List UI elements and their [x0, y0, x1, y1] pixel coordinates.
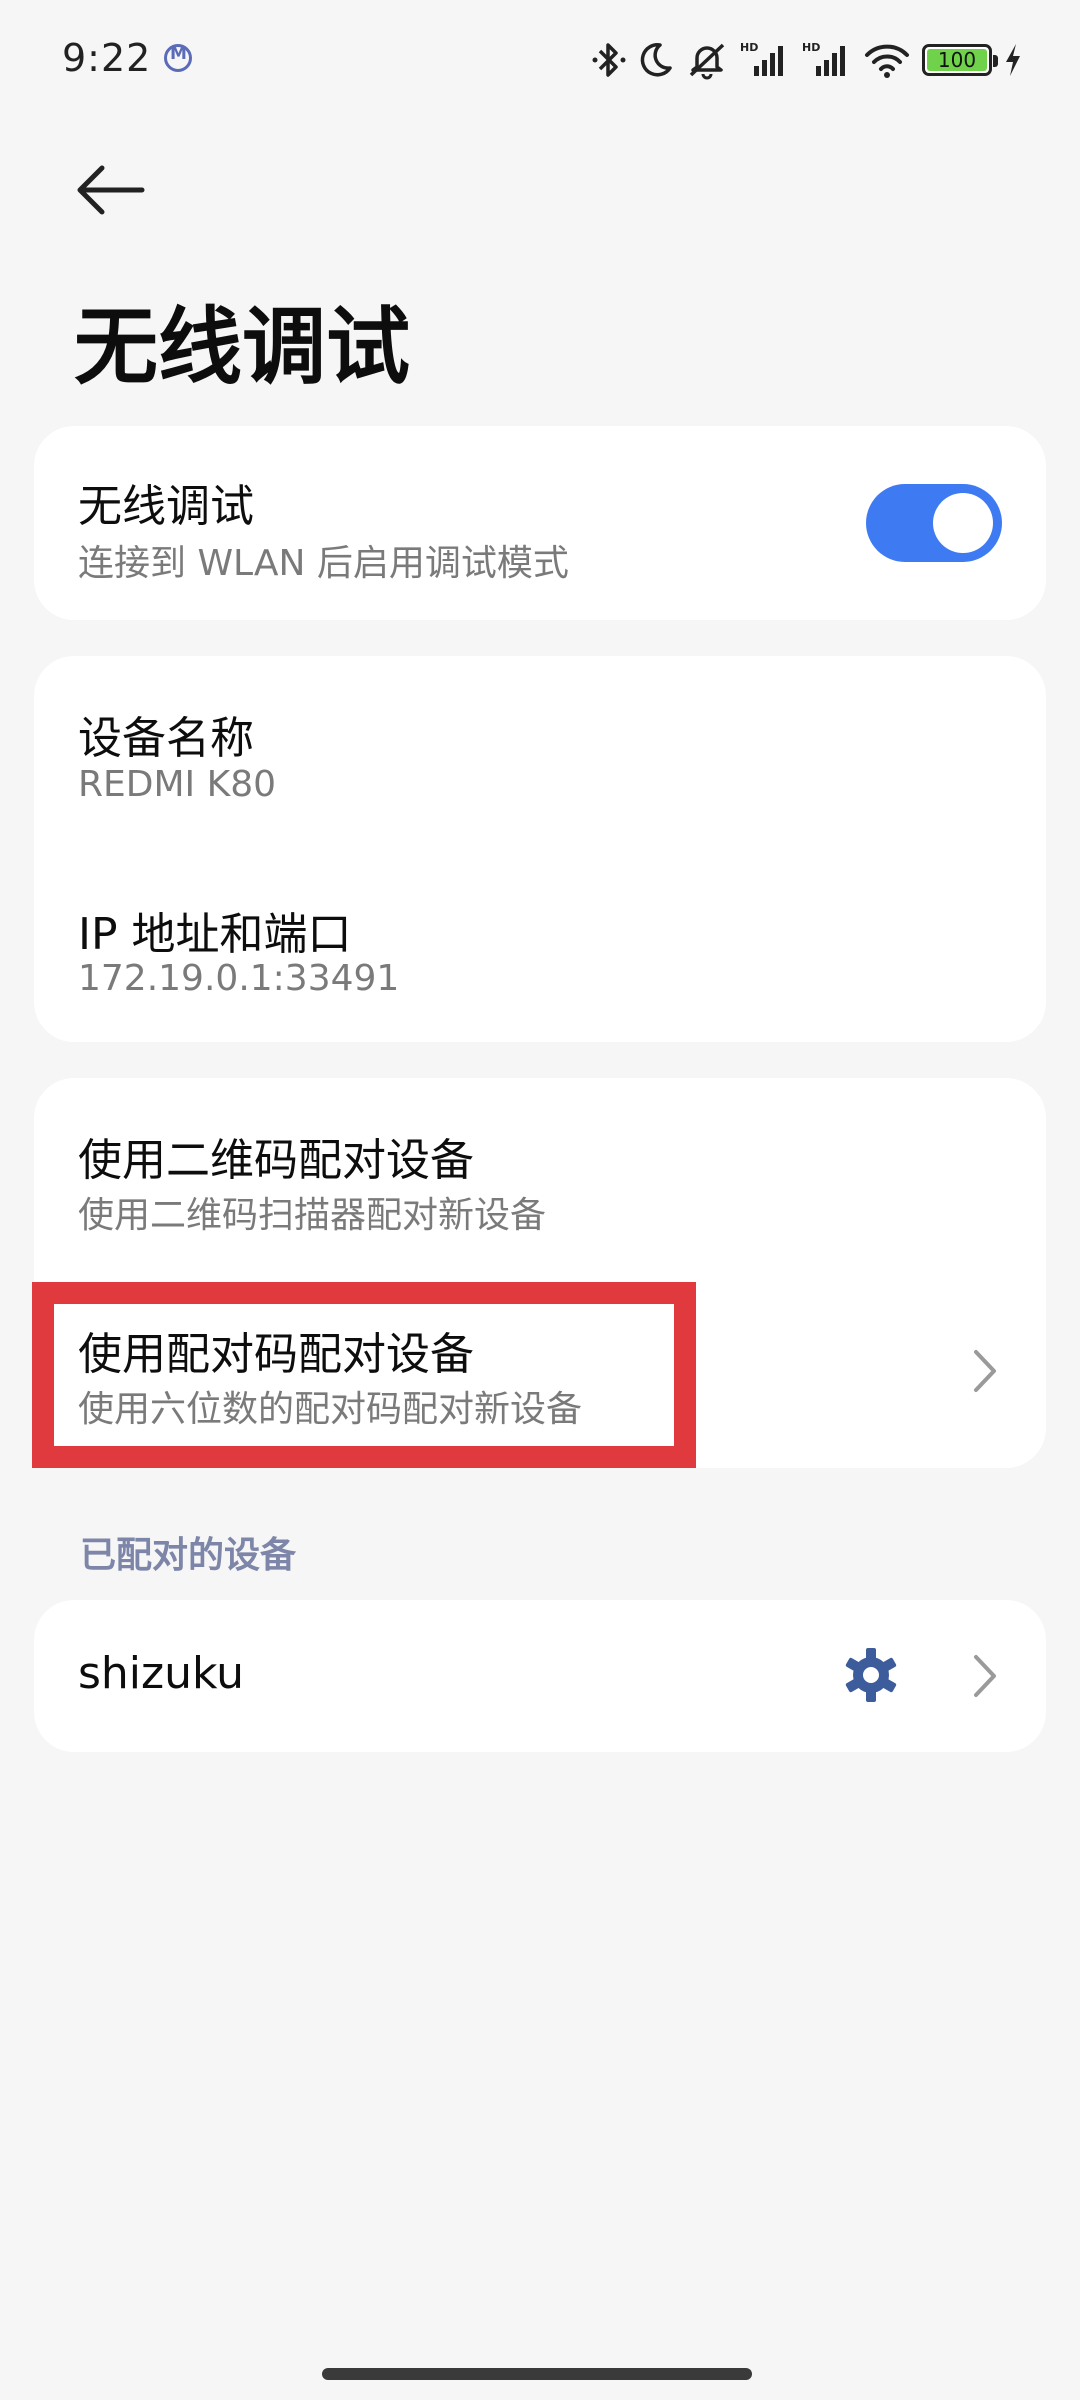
charging-icon — [1004, 40, 1022, 80]
paired-devices-header: 已配对的设备 — [80, 1535, 297, 1576]
svg-text:HD: HD — [740, 41, 758, 54]
wireless-debug-subtitle: 连接到 WLAN 后启用调试模式 — [78, 543, 569, 584]
status-bar: 9:22 HD HD 100 — [0, 0, 1080, 120]
ip-port-value: 172.19.0.1:33491 — [78, 958, 400, 999]
paired-device-row[interactable]: shizuku — [34, 1600, 1046, 1752]
toggle-knob — [933, 493, 993, 553]
device-name-row[interactable]: 设备名称 REDMI K80 — [34, 656, 1046, 852]
paired-device-card: shizuku — [34, 1600, 1046, 1752]
pair-qr-title: 使用二维码配对设备 — [78, 1135, 474, 1186]
wireless-debug-card[interactable]: 无线调试 连接到 WLAN 后启用调试模式 — [34, 426, 1046, 620]
chevron-right-icon — [968, 1346, 1002, 1396]
pair-code-subtitle: 使用六位数的配对码配对新设备 — [78, 1389, 583, 1430]
svg-text:HD: HD — [802, 41, 820, 54]
wireless-debug-title: 无线调试 — [78, 481, 254, 532]
chevron-right-icon[interactable] — [968, 1651, 1002, 1701]
gear-icon[interactable] — [836, 1640, 906, 1710]
wifi-icon — [864, 40, 910, 80]
status-time: 9:22 — [62, 36, 152, 80]
pair-code-title: 使用配对码配对设备 — [78, 1329, 474, 1380]
home-indicator[interactable] — [322, 2368, 752, 2380]
device-name-label: 设备名称 — [78, 713, 254, 764]
silent-icon — [686, 40, 728, 80]
pair-qr-subtitle: 使用二维码扫描器配对新设备 — [78, 1195, 547, 1236]
device-info-card: 设备名称 REDMI K80 IP 地址和端口 172.19.0.1:33491 — [34, 656, 1046, 1042]
pair-code-row[interactable]: 使用配对码配对设备 使用六位数的配对码配对新设备 — [34, 1274, 1046, 1468]
pair-qr-row[interactable]: 使用二维码配对设备 使用二维码扫描器配对新设备 — [34, 1078, 1046, 1274]
m-notification-icon — [164, 44, 192, 72]
bluetooth-icon — [592, 40, 626, 80]
back-button[interactable] — [68, 148, 152, 232]
battery-percent: 100 — [937, 48, 977, 72]
ip-port-label: IP 地址和端口 — [78, 909, 352, 960]
pairing-card: 使用二维码配对设备 使用二维码扫描器配对新设备 使用配对码配对设备 使用六位数的… — [34, 1078, 1046, 1468]
page-title: 无线调试 — [74, 298, 411, 396]
arrow-left-icon — [77, 165, 145, 215]
moon-icon — [638, 40, 674, 80]
status-icons: HD HD 100 — [592, 36, 1022, 84]
wireless-debug-toggle[interactable] — [866, 484, 1002, 562]
paired-device-name: shizuku — [78, 1648, 245, 1699]
ip-port-row[interactable]: IP 地址和端口 172.19.0.1:33491 — [34, 852, 1046, 1042]
signal-hd-icon: HD — [802, 40, 852, 80]
signal-hd-icon: HD — [740, 40, 790, 80]
device-name-value: REDMI K80 — [78, 764, 277, 805]
battery-icon: 100 — [922, 44, 998, 76]
